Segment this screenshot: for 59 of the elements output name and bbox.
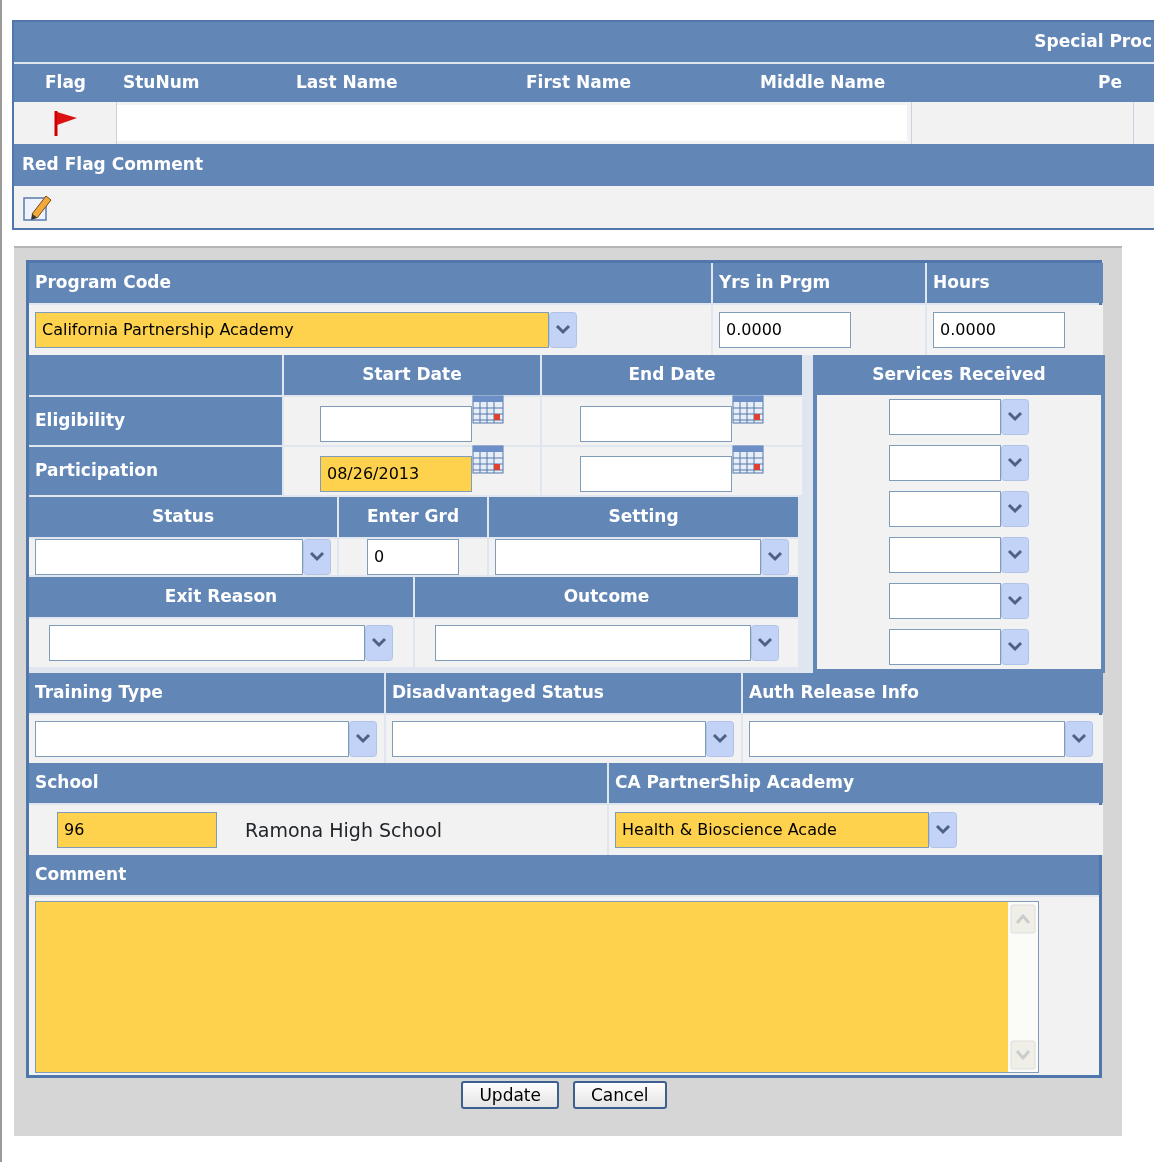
button[interactable]: Cancel xyxy=(573,1081,667,1110)
calendar-icon[interactable] xyxy=(732,444,764,474)
column-header: Disadvantaged Status xyxy=(386,673,741,713)
column-header: Start Date xyxy=(284,355,540,395)
column-header: Yrs in Prgm xyxy=(713,263,925,303)
date-field[interactable] xyxy=(580,456,732,492)
button[interactable]: Update xyxy=(461,1081,559,1110)
column-header: Status xyxy=(29,497,337,537)
column-header: Services Received xyxy=(817,355,1101,395)
column-header: Enter Grd xyxy=(339,497,487,537)
text-field[interactable]: 0.0000 xyxy=(719,312,851,348)
school-name: Ramona High School xyxy=(245,817,443,843)
dropdown[interactable] xyxy=(889,491,1001,527)
calendar-icon[interactable] xyxy=(472,394,504,424)
scrollbar[interactable] xyxy=(1008,902,1038,1072)
column-header: Auth Release Info xyxy=(743,673,1103,713)
column-header: Outcome xyxy=(415,577,798,617)
column-header: Setting xyxy=(489,497,798,537)
dropdown[interactable] xyxy=(889,445,1001,481)
panel-title: Special Proc xyxy=(14,22,1154,64)
dropdown[interactable] xyxy=(434,625,751,661)
date-field[interactable] xyxy=(320,406,472,442)
dropdown[interactable]: Health & Bioscience Acade xyxy=(615,812,929,848)
date-field[interactable] xyxy=(580,406,732,442)
dropdown[interactable] xyxy=(889,583,1001,619)
school-code-field[interactable]: 96 xyxy=(57,812,217,848)
calendar-icon[interactable] xyxy=(732,394,764,424)
column-header: Middle Name xyxy=(759,71,887,95)
column-header: End Date xyxy=(542,355,802,395)
text-field[interactable]: 0.0000 xyxy=(933,312,1065,348)
dropdown[interactable] xyxy=(889,629,1001,665)
column-header: Eligibility xyxy=(29,397,282,445)
dropdown[interactable] xyxy=(392,721,706,757)
column-header: Participation xyxy=(29,447,282,495)
calendar-icon[interactable] xyxy=(472,444,504,474)
column-header: First Name xyxy=(525,71,632,95)
dropdown[interactable] xyxy=(35,721,349,757)
dropdown[interactable]: California Partnership Academy xyxy=(35,312,549,348)
dropdown[interactable] xyxy=(749,721,1065,757)
column-header: CA PartnerShip Academy xyxy=(609,763,1103,803)
column-header: Pe xyxy=(1097,71,1122,95)
column-header: School xyxy=(29,763,607,803)
dropdown[interactable] xyxy=(495,539,761,575)
column-header: StuNum xyxy=(122,71,201,95)
column-header: Exit Reason xyxy=(29,577,413,617)
dropdown[interactable] xyxy=(49,625,365,661)
dropdown[interactable] xyxy=(889,537,1001,573)
column-header: Flag xyxy=(43,71,88,95)
column-header: Comment xyxy=(29,855,1099,895)
date-field[interactable]: 08/26/2013 xyxy=(320,456,472,492)
dropdown[interactable] xyxy=(35,539,303,575)
column-header: Training Type xyxy=(29,673,384,713)
section-header: Red Flag Comment xyxy=(14,144,1154,186)
comment-field[interactable] xyxy=(35,901,1039,1073)
dropdown[interactable] xyxy=(889,399,1001,435)
column-header: Hours xyxy=(927,263,1103,303)
column-header: Program Code xyxy=(29,263,711,303)
text-field[interactable]: 0 xyxy=(367,539,459,575)
column-header: Last Name xyxy=(295,71,399,95)
